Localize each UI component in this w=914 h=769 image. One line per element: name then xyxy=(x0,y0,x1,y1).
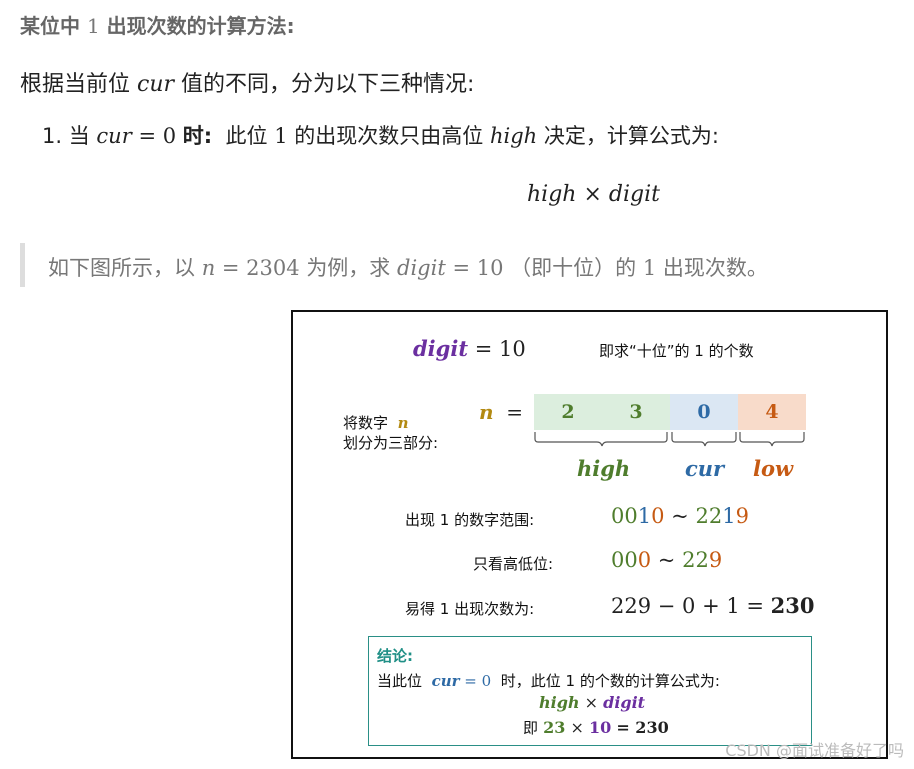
count-label: 易得 1 出现次数为: xyxy=(405,600,535,618)
digit-equation: digit = 10 xyxy=(413,336,526,361)
range-to-c: 9 xyxy=(735,504,749,528)
hl-to-a: 22 xyxy=(682,548,709,572)
item-cond-eq: = 0 xyxy=(138,124,177,148)
range-from-c: 0 xyxy=(651,504,665,528)
quote-eq: = 2304 xyxy=(221,256,300,280)
conclusion-times2: × xyxy=(570,718,584,737)
conclusion-times: × xyxy=(584,693,599,712)
quote-eq2: = 10 xyxy=(452,256,504,280)
item-text-one: 1 xyxy=(274,124,288,148)
low-brace xyxy=(739,432,805,447)
part-low: low xyxy=(753,456,794,481)
conclusion-line: 当此位 cur = 0 时，此位 1 的个数的计算公式为: xyxy=(377,670,720,691)
conclusion-digit: digit xyxy=(603,693,646,712)
digit-cell-tens: 0 xyxy=(670,394,738,430)
digit-cell-hundreds: 3 xyxy=(602,394,670,430)
digit-cell-thousands: 2 xyxy=(534,394,602,430)
formula-digit: digit xyxy=(608,182,660,207)
quote-one: 1 xyxy=(642,256,657,280)
quote-n: n xyxy=(201,256,216,280)
high-brace xyxy=(534,432,668,447)
conclusion-eq2: = 230 xyxy=(616,718,669,737)
quote-digit: digit xyxy=(397,256,446,280)
conclusion-eq: = 0 xyxy=(464,672,492,690)
split-label-1: 将数字 xyxy=(343,414,389,432)
range-from-b: 1 xyxy=(637,504,652,528)
quote-d: 出现次数。 xyxy=(662,256,768,280)
part-cur: cur xyxy=(685,456,725,481)
digit-var: digit xyxy=(413,336,469,361)
conclusion-10: 10 xyxy=(588,718,612,737)
conclusion-cur: cur xyxy=(431,672,460,690)
highlow-label: 只看高低位: xyxy=(473,555,554,573)
heading-one: 1 xyxy=(86,14,100,38)
item-bold: 时: xyxy=(182,124,213,148)
range-from-a: 00 xyxy=(611,504,638,528)
range-to-b: 1 xyxy=(722,504,736,528)
item-text-c: 决定，计算公式为: xyxy=(543,124,719,148)
digit-note: 即求“十位”的 1 的个数 xyxy=(599,342,754,360)
heading-suffix: 出现次数的计算方法: xyxy=(106,14,295,38)
item-text-b: 的出现次数只由高位 xyxy=(294,124,484,148)
conclusion-title: 结论: xyxy=(377,647,413,665)
csdn-watermark: CSDN @面试准备好了吗 xyxy=(725,741,904,760)
n-eq: = xyxy=(506,400,524,424)
hl-from-b: 0 xyxy=(637,548,652,572)
count-expression: 229 − 0 + 1 = 230 xyxy=(611,593,815,618)
n-var: n xyxy=(479,400,494,424)
item-number: 1. xyxy=(42,124,63,148)
formula-high: high xyxy=(527,182,577,207)
hl-tilde: ~ xyxy=(657,548,676,572)
quote-bar xyxy=(20,243,25,287)
hl-from-a: 00 xyxy=(611,548,638,572)
formula-times: × xyxy=(583,182,602,207)
quote-b: 为例，求 xyxy=(306,256,391,280)
conclusion-high: high xyxy=(539,693,580,712)
conclusion-b: 时，此位 1 的个数的计算公式为: xyxy=(500,672,720,690)
digit-cell-ones: 4 xyxy=(738,394,806,430)
item-high: high xyxy=(489,124,538,148)
item-when: 当 xyxy=(68,124,90,148)
quote-a: 如下图所示，以 xyxy=(48,256,195,280)
highlow-expression: 000 ~ 229 xyxy=(611,548,722,572)
split-label-2: 划分为三部分: xyxy=(343,434,439,452)
section-heading: 某位中 1 出现次数的计算方法: xyxy=(20,10,295,39)
illustration-figure: digit = 10 即求“十位”的 1 的个数 将数字 n 划分为三部分: n… xyxy=(291,310,888,759)
heading-prefix: 某位中 xyxy=(20,14,80,38)
formula-display: high × digit xyxy=(527,182,660,207)
intro-paragraph: 根据当前位 cur 值的不同，分为以下三种情况: xyxy=(20,66,474,98)
range-to-a: 22 xyxy=(695,504,723,528)
range-expression: 0010 ~ 2219 xyxy=(611,504,749,528)
n-equation: n = xyxy=(479,400,523,424)
quote-c: （即十位）的 xyxy=(510,256,637,280)
hl-to-b: 9 xyxy=(708,548,723,572)
conclusion-a: 当此位 xyxy=(377,672,423,690)
intro-suffix: 值的不同，分为以下三种情况: xyxy=(181,72,475,97)
intro-var: cur xyxy=(137,72,175,97)
range-tilde: ~ xyxy=(671,504,689,528)
item-cond-var: cur xyxy=(96,124,132,148)
intro-prefix: 根据当前位 xyxy=(20,72,131,97)
list-item-1: 1. 当 cur = 0 时: 此位 1 的出现次数只由高位 high 决定，计… xyxy=(42,120,719,150)
count-result: 230 xyxy=(770,593,815,618)
conclusion-ji: 即 xyxy=(523,719,539,737)
split-label-n: n xyxy=(397,414,409,432)
conclusion-box: 结论: 当此位 cur = 0 时，此位 1 的个数的计算公式为: high ×… xyxy=(368,636,812,746)
cur-brace xyxy=(671,432,737,447)
range-label: 出现 1 的数字范围: xyxy=(405,511,535,529)
conclusion-result: 即 23 × 10 = 230 xyxy=(523,717,669,738)
conclusion-23: 23 xyxy=(543,718,566,737)
item-text-a: 此位 xyxy=(225,124,268,148)
example-quote: 如下图所示，以 n = 2304 为例，求 digit = 10 （即十位）的 … xyxy=(48,252,768,282)
count-expr: 229 − 0 + 1 = xyxy=(611,594,764,618)
part-high: high xyxy=(577,456,631,481)
digit-eq: = 10 xyxy=(474,337,526,361)
conclusion-formula: high × digit xyxy=(539,693,645,712)
part-braces xyxy=(534,432,805,447)
split-label-line1: 将数字 n xyxy=(343,412,408,433)
